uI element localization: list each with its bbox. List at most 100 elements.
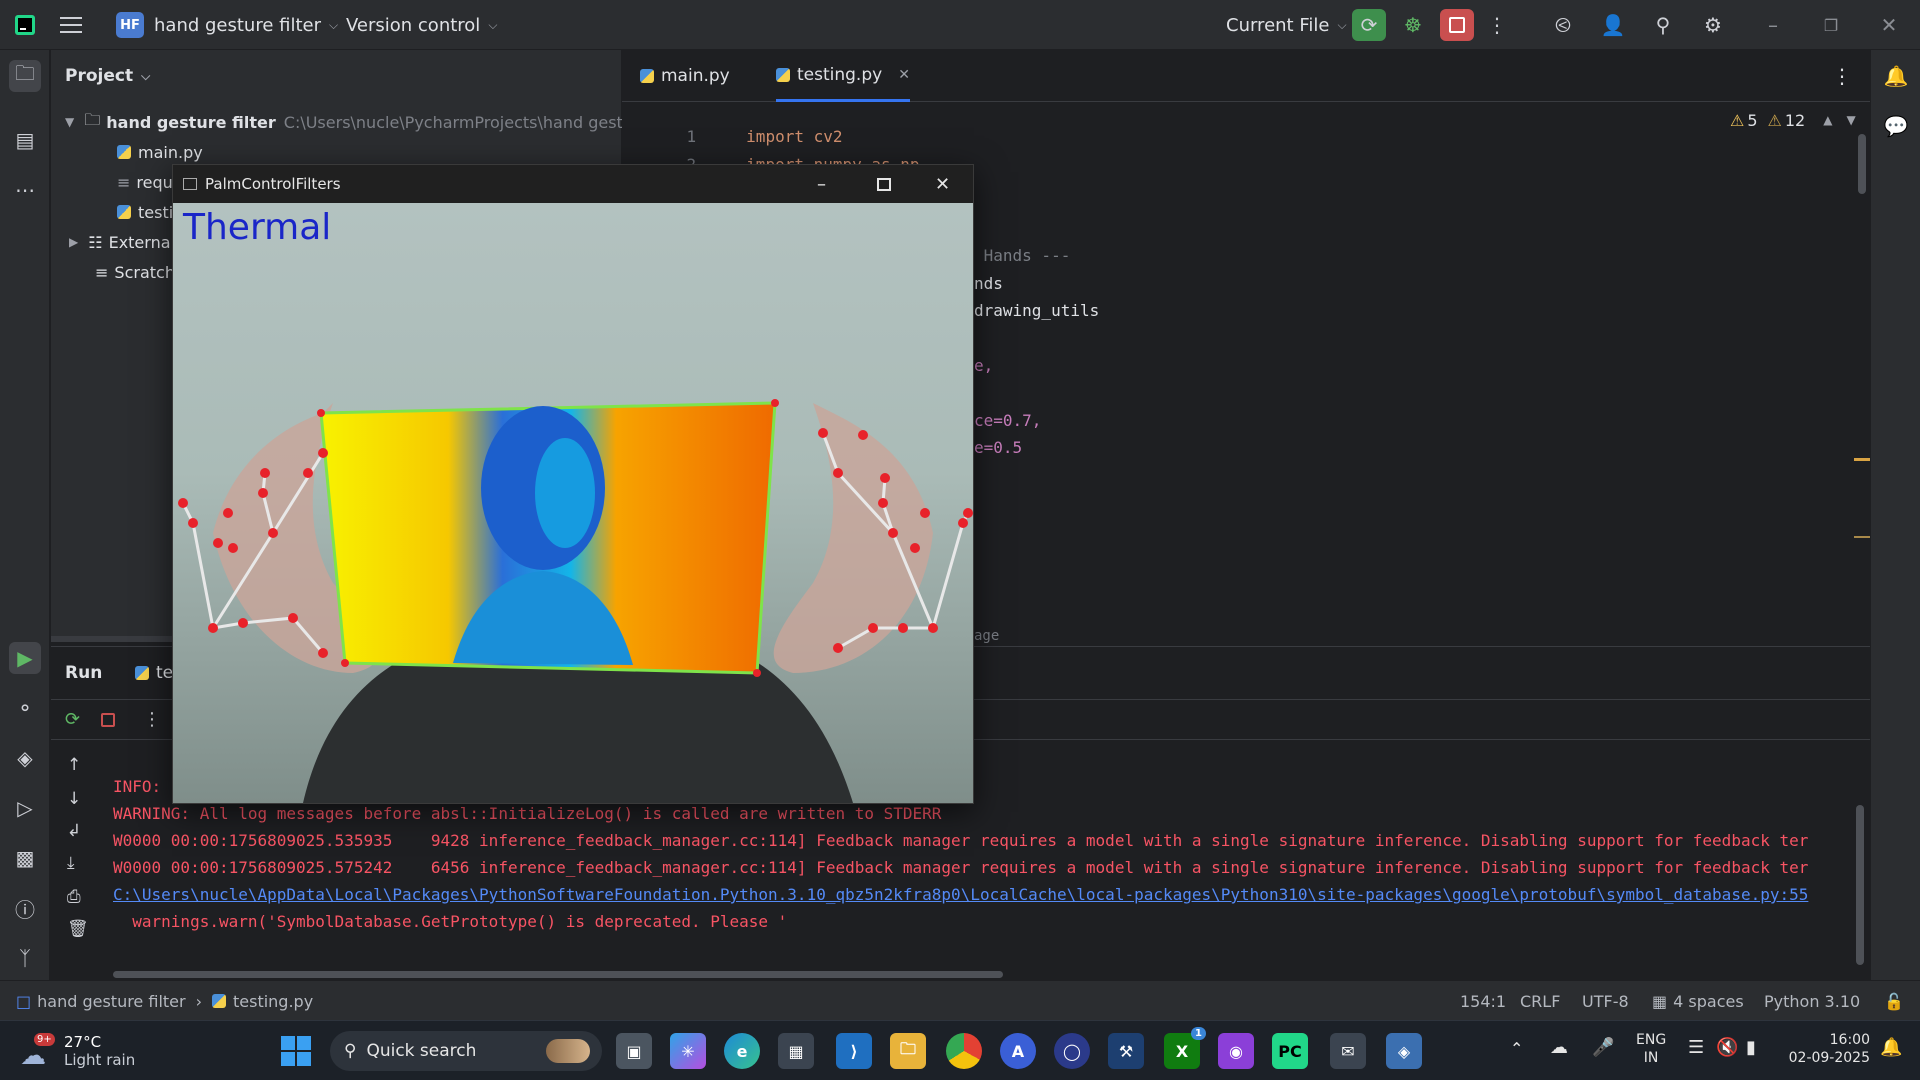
python-app-icon[interactable]: ◈ (1386, 1033, 1422, 1069)
code-line[interactable]: 1 import cv2 (648, 108, 843, 146)
pycharm-icon[interactable]: PC (1272, 1033, 1308, 1069)
maximize-icon[interactable] (877, 177, 891, 191)
kebab-icon[interactable]: ⋮ (143, 709, 161, 730)
soft-wrap-icon[interactable]: ↲ (67, 821, 81, 841)
stop-button[interactable] (1440, 9, 1474, 41)
services-button[interactable]: ▷ (9, 792, 41, 824)
xbox-icon[interactable]: X 1 (1164, 1027, 1206, 1069)
print-icon[interactable]: ⎙ (67, 887, 81, 907)
tab-testing-py[interactable]: testing.py ✕ (776, 50, 910, 102)
indent-setting[interactable]: ▦ 4 spaces (1652, 981, 1744, 1021)
app-logo-icon[interactable] (14, 0, 36, 50)
run-tool-button[interactable]: ▶ (9, 642, 41, 674)
app-icon-purple[interactable]: ◉ (1218, 1033, 1254, 1069)
git-button[interactable]: ᛉ (9, 942, 41, 974)
warning-marker[interactable] (1854, 458, 1870, 461)
clock[interactable]: 16:00 02-09-2025 (1782, 1031, 1870, 1067)
minimize-window-button[interactable]: – (1756, 9, 1790, 41)
python-packages-button[interactable]: ⚬ (9, 692, 41, 724)
ai-assistant-button[interactable]: ⧀ (1546, 9, 1580, 41)
trash-icon[interactable]: 🗑 (67, 919, 89, 939)
file-encoding[interactable]: UTF-8 (1582, 981, 1629, 1021)
wifi-icon[interactable]: ☰ (1688, 1037, 1704, 1058)
stop-icon[interactable] (101, 713, 115, 727)
chrome-icon[interactable] (946, 1033, 982, 1069)
chevron-up-icon[interactable]: ▲ (1823, 113, 1832, 127)
chevron-up-icon[interactable]: ⌃ (1510, 1039, 1523, 1058)
run-tab[interactable]: te (135, 663, 173, 683)
microphone-icon[interactable]: 🎤 (1592, 1037, 1614, 1058)
task-view-icon[interactable]: ▣ (616, 1033, 652, 1069)
tree-item-scratches[interactable]: ≡ Scratch (95, 258, 175, 286)
app-icon-a[interactable]: A (1000, 1033, 1036, 1069)
chevron-down-icon[interactable]: ▼ (1846, 113, 1855, 127)
tree-root[interactable]: ▼ 🗀 hand gesture filter C:\Users\nucle\P… (65, 108, 633, 136)
start-button[interactable] (280, 1035, 312, 1067)
notification-center-icon[interactable]: 🔔 (1880, 1037, 1902, 1058)
main-menu-icon[interactable] (60, 0, 82, 50)
rerun-button[interactable]: ⟳ (1352, 9, 1386, 41)
maximize-window-button[interactable]: ❐ (1814, 9, 1848, 41)
terminal-button[interactable]: ▩ (9, 842, 41, 874)
close-tab-icon[interactable]: ✕ (898, 67, 910, 83)
palm-window-titlebar[interactable]: PalmControlFilters – ✕ (173, 165, 973, 203)
tree-item-testing-py[interactable]: testi (117, 198, 173, 226)
debug-button[interactable]: ☸ (1396, 9, 1430, 41)
more-tools-button[interactable]: ⋯ (9, 174, 41, 206)
code-line[interactable]: 2import numpy as np (648, 136, 920, 174)
vertical-scrollbar[interactable] (1856, 805, 1864, 965)
minimize-icon[interactable]: – (817, 174, 826, 195)
close-icon[interactable]: ✕ (935, 174, 950, 195)
ai-chat-button[interactable]: 💬 (1880, 110, 1912, 142)
tab-main-py[interactable]: main.py (640, 50, 730, 102)
arrow-up-icon[interactable]: ↑ (67, 755, 81, 775)
app-window-icon (183, 178, 197, 190)
app-icon-eclipse[interactable]: ◯ (1054, 1033, 1090, 1069)
app-icon-tools[interactable]: ⚒ (1108, 1033, 1144, 1069)
warning-marker[interactable] (1854, 536, 1870, 538)
palm-window-title: PalmControlFilters (205, 175, 341, 193)
tree-item-main-py[interactable]: main.py (117, 138, 203, 166)
line-separator[interactable]: CRLF (1520, 981, 1560, 1021)
language-indicator[interactable]: ENG IN (1636, 1031, 1666, 1067)
microsoft-store-icon[interactable]: ▦ (778, 1033, 814, 1069)
tabs-more-button[interactable]: ⋮ (1832, 50, 1852, 102)
python-console-button[interactable]: ◈ (9, 742, 41, 774)
project-tool-button[interactable]: 🗀 (9, 60, 41, 92)
onedrive-icon[interactable]: ☁ (1550, 1037, 1568, 1058)
file-explorer-icon[interactable]: 🗀 (890, 1033, 926, 1069)
structure-tool-button[interactable]: ▤ (9, 124, 41, 156)
more-actions-button[interactable]: ⋮ (1480, 9, 1514, 41)
copilot-icon[interactable]: ✳ (670, 1033, 706, 1069)
run-config-selector[interactable]: Current File ⌵ (1226, 0, 1347, 50)
editor-scrollbar[interactable] (1858, 134, 1866, 194)
search-everywhere-button[interactable]: ⚲ (1646, 9, 1680, 41)
code-with-me-button[interactable]: 👤 (1596, 9, 1630, 41)
close-window-button[interactable]: ✕ (1872, 9, 1906, 41)
tree-item-external-libraries[interactable]: ▶ ☷ Externa (69, 228, 171, 256)
scroll-to-end-icon[interactable]: ⤓ (67, 853, 75, 873)
speaker-muted-icon[interactable]: 🔇 (1716, 1037, 1738, 1058)
app-icon-python-idle[interactable]: ✉ (1330, 1033, 1366, 1069)
breadcrumb[interactable]: □ hand gesture filter › testing.py (16, 981, 313, 1021)
weather-widget[interactable]: ☁ 9+ 27°C Light rain (20, 1029, 170, 1073)
lock-icon[interactable]: 🔓 (1884, 981, 1904, 1021)
tree-item-requirements[interactable]: ≡ requ (117, 168, 173, 196)
version-control-menu[interactable]: Version control ⌵ (346, 0, 497, 50)
edge-browser-icon[interactable]: e (724, 1033, 760, 1069)
arrow-down-icon[interactable]: ↓ (67, 789, 81, 809)
python-interpreter[interactable]: Python 3.10 (1764, 981, 1860, 1021)
taskbar-search[interactable]: ⚲ Quick search (330, 1031, 602, 1071)
horizontal-scrollbar[interactable] (113, 971, 1003, 978)
battery-icon[interactable]: ▮ (1746, 1037, 1756, 1058)
inspection-widget[interactable]: ⚠ 5 ⚠ 12 ▲ ▼ (1730, 108, 1856, 132)
settings-button[interactable]: ⚙ (1696, 9, 1730, 41)
project-panel-header[interactable]: Project ⌵ (65, 62, 150, 90)
problems-button[interactable]: ⓘ (9, 892, 41, 924)
notifications-button[interactable]: 🔔 (1880, 60, 1912, 92)
vscode-icon[interactable]: ⟩ (836, 1033, 872, 1069)
rerun-icon[interactable]: ⟳ (65, 709, 80, 730)
caret-position[interactable]: 154:1 (1460, 981, 1506, 1021)
project-switcher[interactable]: HF hand gesture filter ⌵ (116, 0, 338, 50)
log-file-link[interactable]: C:\Users\nucle\AppData\Local\Packages\Py… (113, 885, 1808, 904)
